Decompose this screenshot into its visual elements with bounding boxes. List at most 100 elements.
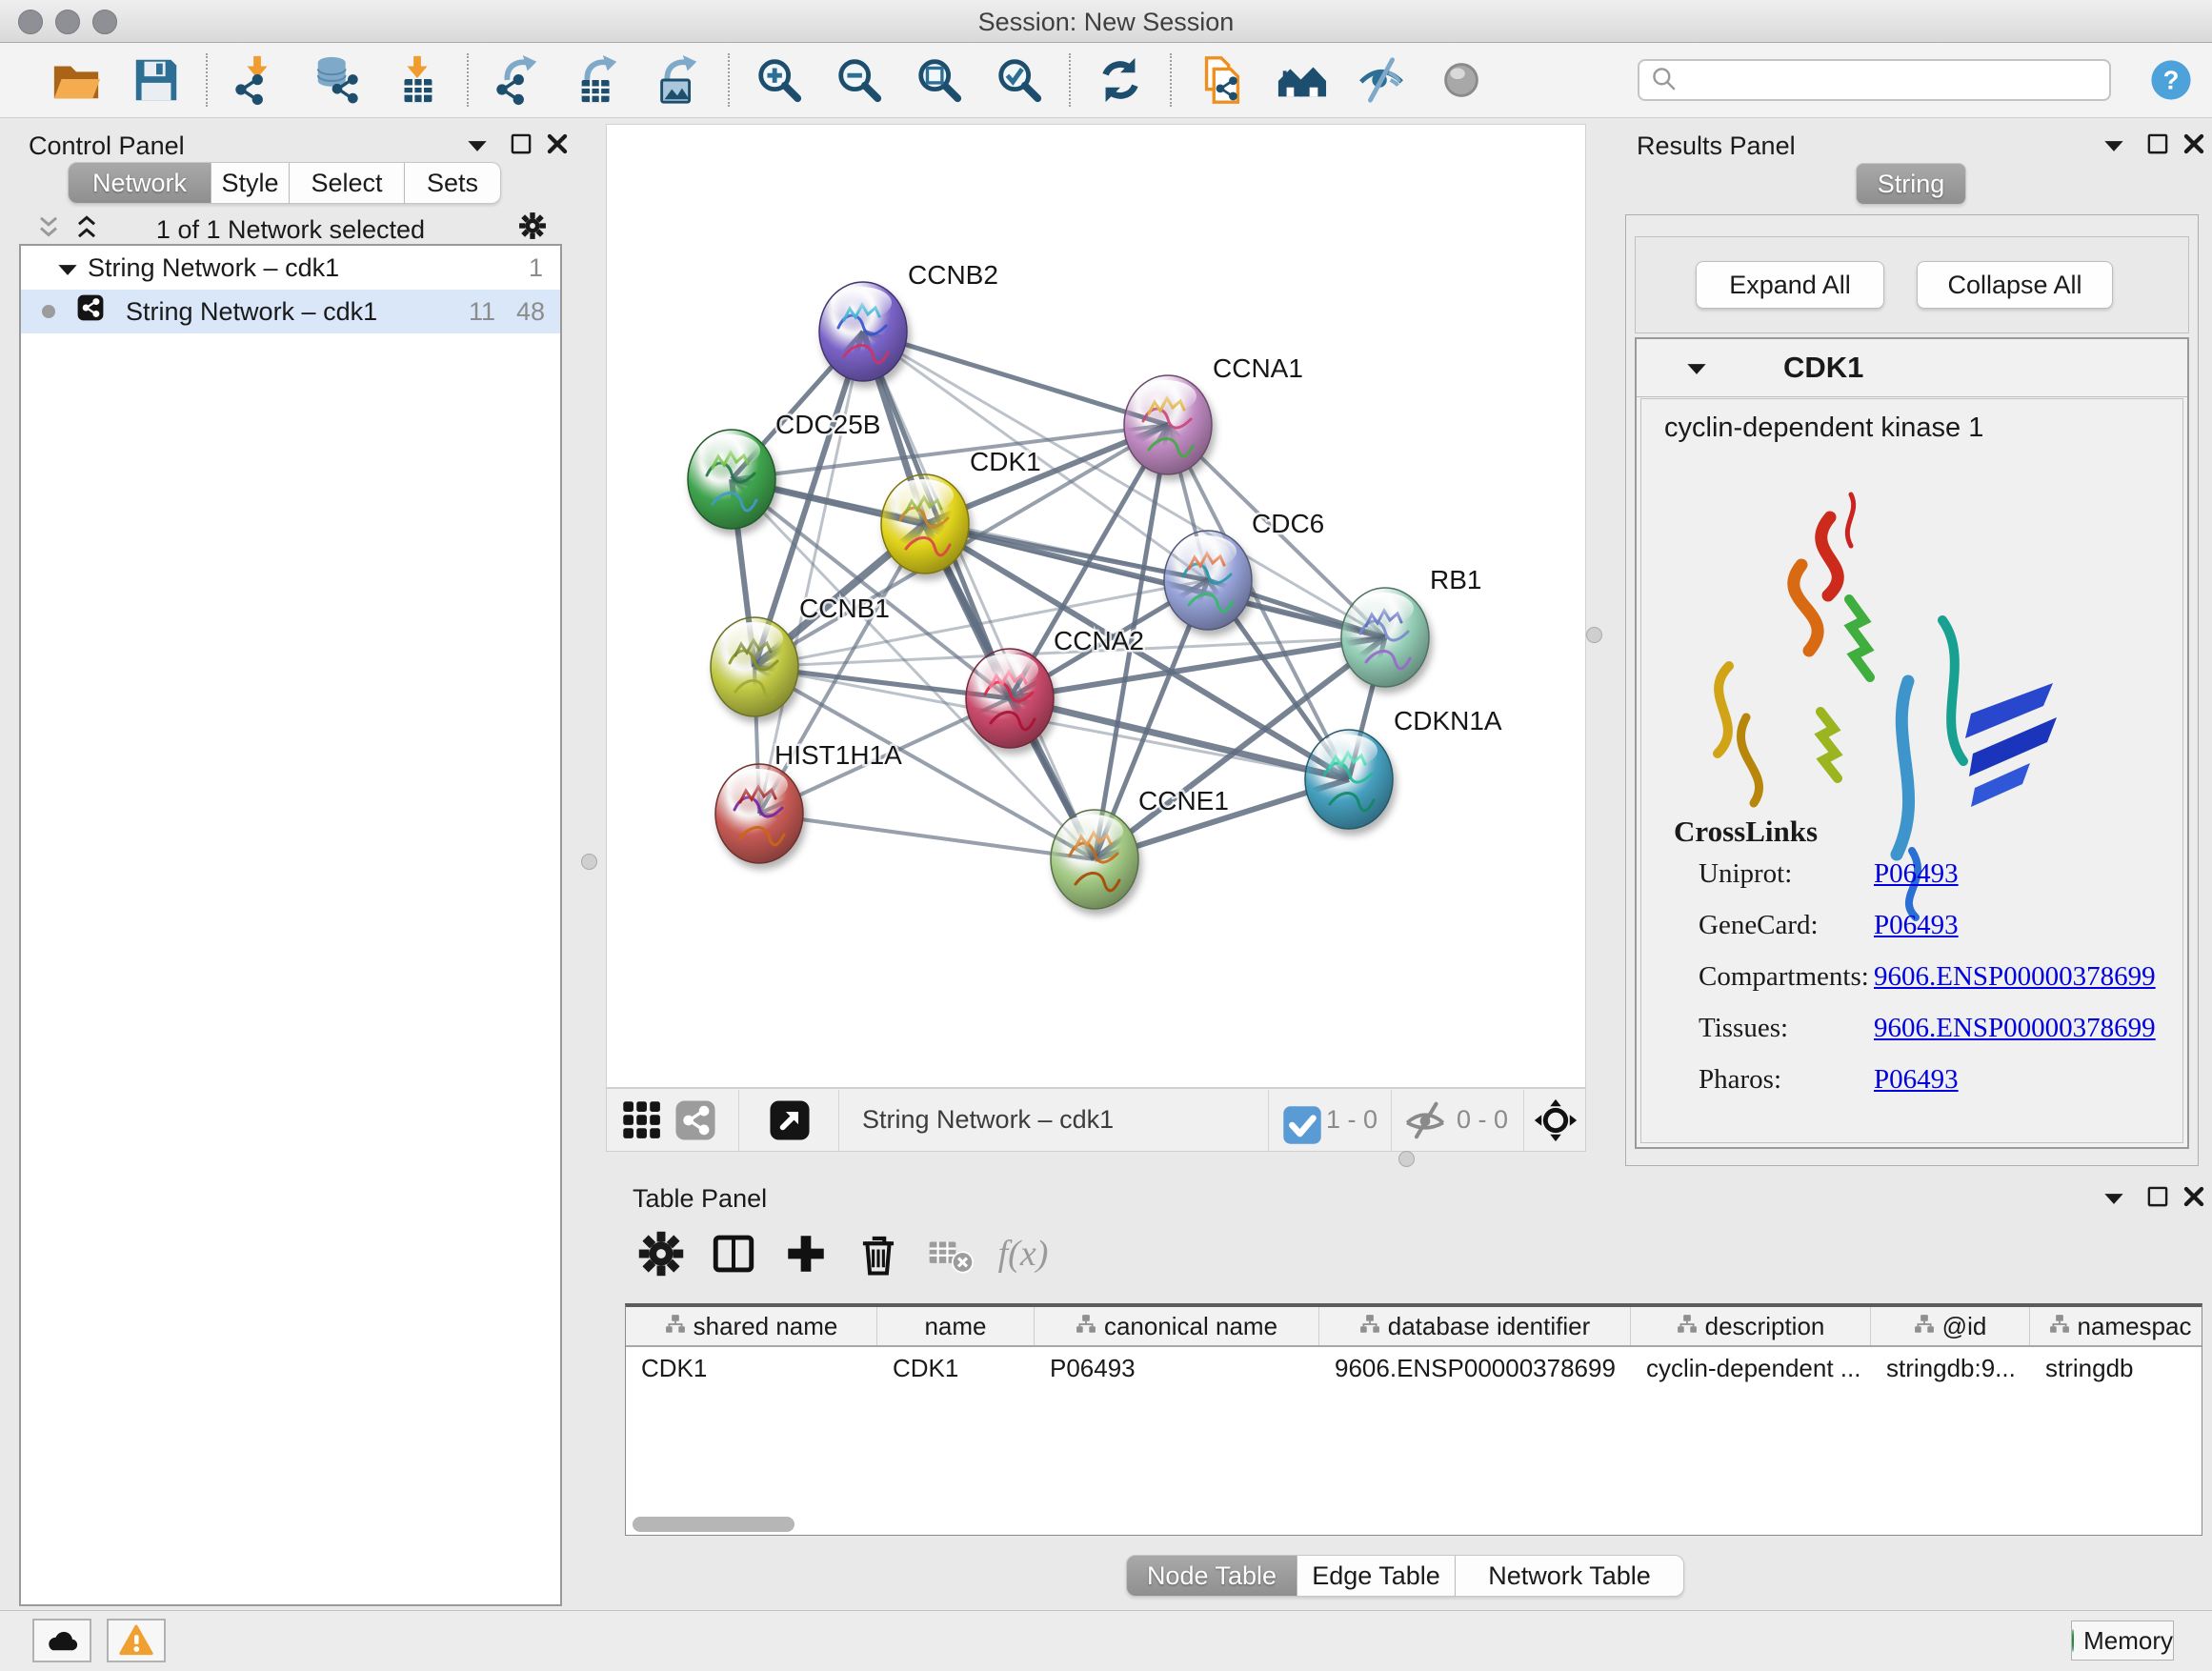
tab-style[interactable]: Style [211,162,290,204]
gene-expand-icon[interactable] [1682,354,1709,381]
help-button[interactable]: ? [2148,57,2194,103]
cell--id[interactable]: stringdb:9... [1871,1347,2030,1389]
results-panel-collapse-icon[interactable] [2100,131,2128,160]
edge-CCNB2-CCNA1[interactable] [863,332,1168,425]
grid-view-icon[interactable] [620,1098,664,1142]
open-session-button[interactable] [36,51,116,109]
cell-name[interactable]: CDK1 [877,1347,1035,1389]
tab-network[interactable]: Network [68,162,211,204]
zoom-in-button[interactable] [739,51,819,109]
crosslink-link[interactable]: P06493 [1874,1064,1959,1095]
results-panel-close-icon[interactable] [2180,130,2208,158]
node-CCNB2[interactable] [819,282,907,381]
crosslink-link[interactable]: P06493 [1874,858,1959,889]
column-header-description[interactable]: description [1631,1307,1871,1345]
collapse-all-button[interactable]: Collapse All [1917,261,2113,309]
delete-column-icon[interactable] [842,1227,915,1280]
import-network-from-file-button[interactable] [217,51,297,109]
gene-header-row[interactable]: CDK1 [1637,339,2187,397]
edge-HIST1H1A-CCNE1[interactable] [759,814,1095,859]
node-CCNB1[interactable] [711,617,798,716]
tab-sets[interactable]: Sets [405,162,501,204]
results-panel-float-icon[interactable] [2143,130,2172,158]
export-image-button[interactable] [638,51,718,109]
column-header-database-identifier[interactable]: database identifier [1319,1307,1631,1345]
cell-namespac[interactable]: stringdb [2030,1347,2202,1389]
node-RB1[interactable] [1341,588,1429,687]
cell-shared-name[interactable]: CDK1 [626,1347,877,1389]
horizontal-splitter-handle[interactable] [1398,1151,1415,1167]
right-splitter-handle[interactable] [1586,627,1602,643]
memory-button[interactable]: Memory [2071,1621,2174,1661]
zoom-out-button[interactable] [819,51,899,109]
add-column-icon[interactable] [770,1227,842,1280]
crosslink-link[interactable]: 9606.ENSP00000378699 [1874,961,2156,992]
crosslink-label: Pharos: [1699,1064,1874,1096]
cell-canonical-name[interactable]: P06493 [1035,1347,1319,1389]
string-document-button[interactable] [1181,51,1261,109]
import-network-from-database-button[interactable] [297,51,377,109]
reload-button[interactable] [1080,51,1160,109]
control-panel-float-icon[interactable] [507,130,535,158]
tab-string[interactable]: String [1856,163,1966,205]
tab-network-table[interactable]: Network Table [1456,1555,1684,1597]
node-CCNA2[interactable] [966,649,1054,748]
node-HIST1H1A[interactable] [715,764,803,863]
crosslink-link[interactable]: 9606.ENSP00000378699 [1874,1013,2156,1043]
zoom-fit-button[interactable] [899,51,979,109]
column-header-name[interactable]: name [877,1307,1035,1345]
edge-CCNB2-CCNE1[interactable] [863,332,1095,859]
network-selection-summary: 1 of 1 Network selected [19,215,562,245]
tab-select[interactable]: Select [290,162,405,204]
table-row[interactable]: CDK1CDK1P064939606.ENSP00000378699cyclin… [626,1347,2202,1389]
table-panel-collapse-icon[interactable] [2100,1184,2128,1213]
cloud-button[interactable] [32,1619,91,1662]
network-canvas[interactable]: CCNB2CCNA1CDC25BCDK1CDC6RB1CCNB1CCNA2CDK… [606,124,1586,1088]
export-network-button[interactable] [478,51,558,109]
home-button[interactable] [1261,51,1341,109]
cell-database-identifier[interactable]: 9606.ENSP00000378699 [1319,1347,1631,1389]
table-panel-float-icon[interactable] [2143,1182,2172,1211]
node-CDKN1A[interactable] [1305,730,1393,829]
node-CDC6[interactable] [1164,531,1252,630]
column-header-namespac[interactable]: namespac [2030,1307,2202,1345]
selected-checkbox-icon[interactable] [1280,1103,1315,1137]
node-CDK1[interactable] [881,474,969,574]
search-input[interactable] [1681,66,2085,95]
export-table-button[interactable] [558,51,638,109]
presentation-mode-button[interactable] [1421,51,1501,109]
cell-description[interactable]: cyclin-dependent ... [1631,1347,1871,1389]
show-hide-details-button[interactable] [1341,51,1421,109]
column-header--id[interactable]: @id [1871,1307,2030,1345]
network-options-gear-icon[interactable] [518,211,547,240]
tab-node-table[interactable]: Node Table [1126,1555,1297,1597]
collection-expand-icon[interactable] [53,255,78,280]
table-horizontal-scrollbar[interactable] [633,1517,794,1532]
show-columns-icon[interactable] [697,1227,770,1280]
hidden-eye-slash-icon [1403,1098,1447,1142]
left-splitter-handle[interactable] [581,854,597,870]
node-table[interactable]: shared namenamecanonical namedatabase id… [625,1303,2202,1536]
network-badge-icon[interactable] [674,1098,717,1142]
zoom-selected-button[interactable] [979,51,1059,109]
network-row-selected[interactable]: String Network – cdk1 11 48 [21,290,560,333]
warnings-button[interactable] [107,1619,166,1662]
network-collection-row[interactable]: String Network – cdk1 1 [21,246,560,290]
column-header-shared-name[interactable]: shared name [626,1307,877,1345]
search-field[interactable] [1638,59,2111,101]
table-settings-gear-icon[interactable] [625,1227,697,1280]
tab-edge-table[interactable]: Edge Table [1297,1555,1456,1597]
node-CCNA1[interactable] [1124,375,1212,474]
control-panel-collapse-icon[interactable] [463,131,492,160]
node-CCNE1[interactable] [1051,810,1138,909]
import-table-from-file-button[interactable] [377,51,457,109]
crosshair-icon[interactable] [1534,1098,1578,1142]
crosslink-link[interactable]: P06493 [1874,910,1959,940]
node-CDC25B[interactable] [688,430,775,529]
control-panel-close-icon[interactable] [543,130,572,158]
expand-all-button[interactable]: Expand All [1696,261,1884,309]
birdseye-view-icon[interactable] [768,1098,812,1142]
save-session-button[interactable] [116,51,196,109]
table-panel-close-icon[interactable] [2180,1182,2208,1211]
column-header-canonical-name[interactable]: canonical name [1035,1307,1319,1345]
